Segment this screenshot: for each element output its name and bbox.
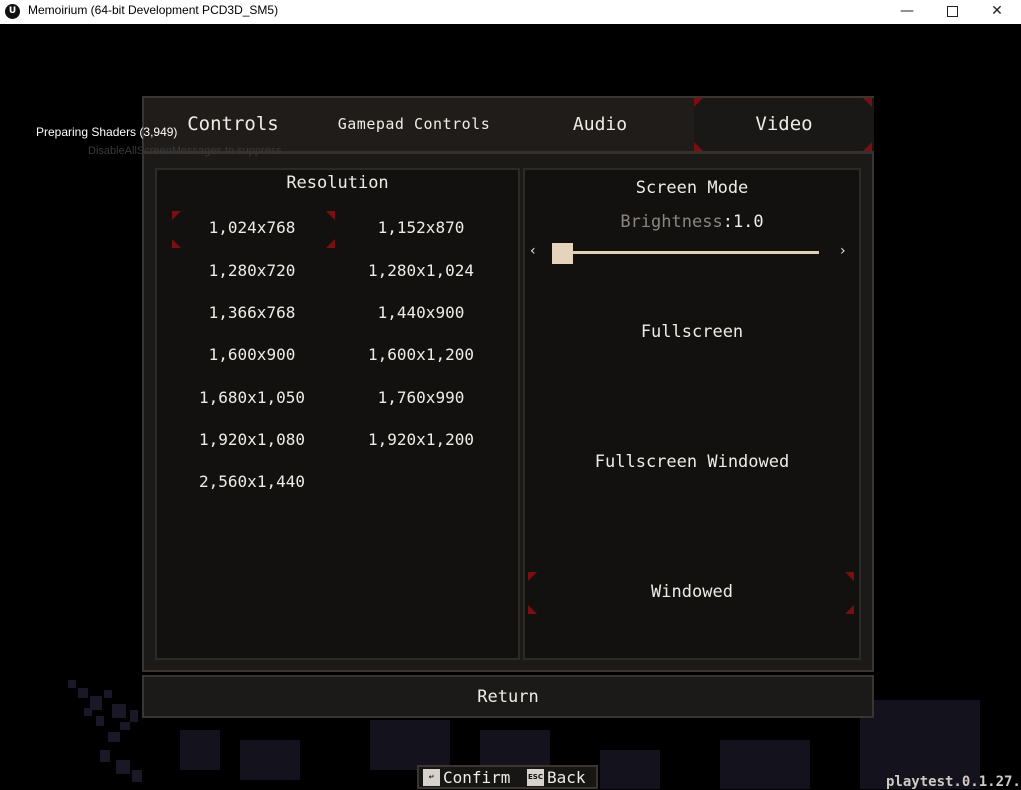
esc-key-icon: ESC xyxy=(527,769,544,786)
return-button[interactable]: Return xyxy=(142,675,874,718)
selection-corner-icon xyxy=(845,572,854,581)
back-hint[interactable]: Back xyxy=(547,768,586,787)
resolution-option[interactable]: 1,024x768 xyxy=(172,212,332,244)
confirm-hint[interactable]: Confirm xyxy=(443,768,510,787)
brightness-slider-thumb[interactable] xyxy=(552,243,573,264)
version-label: playtest.0.1.27.2 xyxy=(886,774,1021,790)
resolution-option[interactable]: 2,560x1,440 xyxy=(172,466,332,498)
screen-mode-fullscreen[interactable]: Fullscreen xyxy=(523,312,861,352)
brightness-label: Brightness:1.0 xyxy=(620,212,764,232)
preparing-shaders-message: Preparing Shaders (3,949) xyxy=(36,125,178,139)
selection-corner-icon xyxy=(172,211,181,220)
resolution-option[interactable]: 1,280x1,024 xyxy=(341,255,501,287)
unreal-engine-icon: U xyxy=(5,4,20,19)
brightness-decrease-arrow-icon[interactable]: ‹ xyxy=(530,243,536,259)
input-hint-bar: ↵ Confirm ESC Back xyxy=(417,765,598,789)
resolution-option[interactable]: 1,920x1,080 xyxy=(172,424,332,456)
selection-corner-icon xyxy=(326,239,335,248)
window-title: Memoirium (64-bit Development PCD3D_SM5) xyxy=(28,3,279,17)
brightness-label-text: Brightness xyxy=(620,212,723,232)
resolution-option[interactable]: 1,152x870 xyxy=(341,212,501,244)
resolution-option[interactable]: 1,366x768 xyxy=(172,297,332,329)
selection-corner-icon xyxy=(863,142,872,151)
selection-corner-icon xyxy=(845,605,854,614)
confirm-key-icon: ↵ xyxy=(423,769,440,786)
resolution-option[interactable]: 1,600x900 xyxy=(172,339,332,371)
close-button[interactable]: ✕ xyxy=(974,0,1020,24)
selection-corner-icon xyxy=(528,605,537,614)
brightness-value: 1.0 xyxy=(732,212,764,232)
selection-corner-icon xyxy=(694,142,703,151)
tab-audio[interactable]: Audio xyxy=(506,98,694,151)
screen-message-hint: DisableAllScreenMessages to suppress xyxy=(88,145,282,157)
window-title-bar: U Memoirium (64-bit Development PCD3D_SM… xyxy=(0,0,1021,24)
tab-video[interactable]: Video xyxy=(694,98,874,151)
maximize-icon xyxy=(946,6,958,17)
maximize-button[interactable] xyxy=(929,0,975,24)
selection-corner-icon xyxy=(528,572,537,581)
resolution-option[interactable]: 1,600x1,200 xyxy=(341,339,501,371)
selection-corner-icon xyxy=(172,239,181,248)
minimize-button[interactable]: — xyxy=(884,0,930,24)
screen-mode-heading: Screen Mode xyxy=(635,178,749,198)
resolution-option[interactable]: 1,920x1,200 xyxy=(341,424,501,456)
resolution-option[interactable]: 1,280x720 xyxy=(172,255,332,287)
resolution-heading: Resolution xyxy=(286,173,389,193)
screen-mode-fullscreen-windowed[interactable]: Fullscreen Windowed xyxy=(523,442,861,482)
resolution-option[interactable]: 1,680x1,050 xyxy=(172,382,332,414)
selection-corner-icon xyxy=(694,98,703,107)
screen-mode-windowed[interactable]: Windowed xyxy=(523,572,861,612)
brightness-increase-arrow-icon[interactable]: › xyxy=(840,243,846,259)
resolution-option[interactable]: 1,760x990 xyxy=(341,382,501,414)
brightness-slider-track[interactable] xyxy=(558,251,819,254)
selection-corner-icon xyxy=(863,98,872,107)
selection-corner-icon xyxy=(326,211,335,220)
resolution-option[interactable]: 1,440x900 xyxy=(341,297,501,329)
tab-gamepad-controls[interactable]: Gamepad Controls xyxy=(322,98,506,151)
